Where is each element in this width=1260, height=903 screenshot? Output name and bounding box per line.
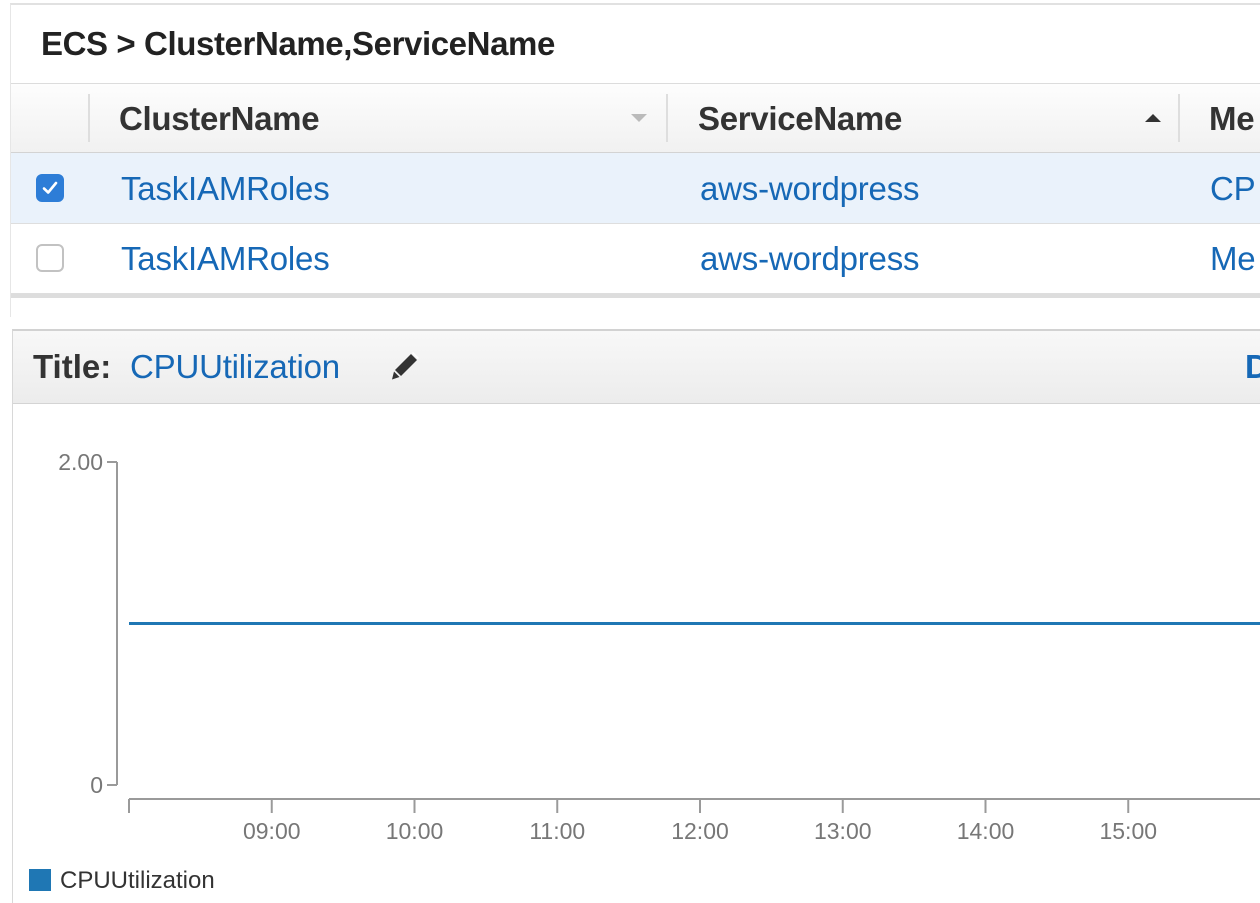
table-header-row: ClusterName ServiceName Me — [11, 83, 1260, 154]
metric-name-link[interactable]: CP — [1210, 170, 1256, 208]
sort-up-icon[interactable] — [1145, 114, 1161, 122]
column-header-servicename[interactable]: ServiceName — [698, 100, 902, 138]
dimension-table-panel: ECS > ClusterName,ServiceName ClusterNam… — [10, 3, 1260, 317]
x-tick-label: 11:00 — [529, 818, 585, 844]
table-row[interactable]: TaskIAMRoles aws-wordpress CP — [11, 153, 1260, 224]
x-tick-label: 13:00 — [814, 818, 872, 844]
column-separator[interactable] — [1178, 94, 1180, 142]
row-checkbox[interactable] — [36, 244, 64, 272]
legend-swatch[interactable] — [29, 869, 51, 891]
x-tick-label: 10:00 — [386, 818, 444, 844]
service-name-link[interactable]: aws-wordpress — [700, 170, 919, 208]
breadcrumb: ECS > ClusterName,ServiceName — [41, 25, 555, 62]
column-separator — [88, 94, 90, 142]
y-tick-label: 2.00 — [58, 449, 103, 475]
x-tick-label: 09:00 — [243, 818, 301, 844]
sort-down-icon[interactable] — [631, 114, 647, 122]
x-tick-label: 15:00 — [1099, 818, 1157, 844]
line-chart: 0 2.00 09:00 10:00 11:00 12:00 13:00 14:00 15:00… — [58, 449, 1260, 844]
column-header-clustername[interactable]: ClusterName — [119, 100, 320, 138]
service-name-link[interactable]: aws-wordpress — [700, 240, 919, 278]
table-bottom-divider — [11, 294, 1260, 298]
y-tick-label: 0 — [90, 772, 103, 798]
metric-name-link[interactable]: Me — [1210, 240, 1256, 278]
checkmark-icon — [42, 181, 58, 194]
cluster-name-link[interactable]: TaskIAMRoles — [121, 170, 330, 208]
row-checkbox[interactable] — [36, 174, 64, 202]
x-tick-label: 12:00 — [671, 818, 729, 844]
table-row[interactable]: TaskIAMRoles aws-wordpress Me — [11, 223, 1260, 294]
legend-label[interactable]: CPUUtilization — [60, 867, 215, 895]
column-header-metricname[interactable]: Me — [1209, 100, 1255, 138]
column-separator[interactable] — [666, 94, 668, 142]
graph-panel: Title: CPUUtilization D 0 2.00 09:00 10:00 1… — [12, 329, 1260, 903]
x-tick-label: 14:00 — [957, 818, 1015, 844]
cluster-name-link[interactable]: TaskIAMRoles — [121, 240, 330, 278]
